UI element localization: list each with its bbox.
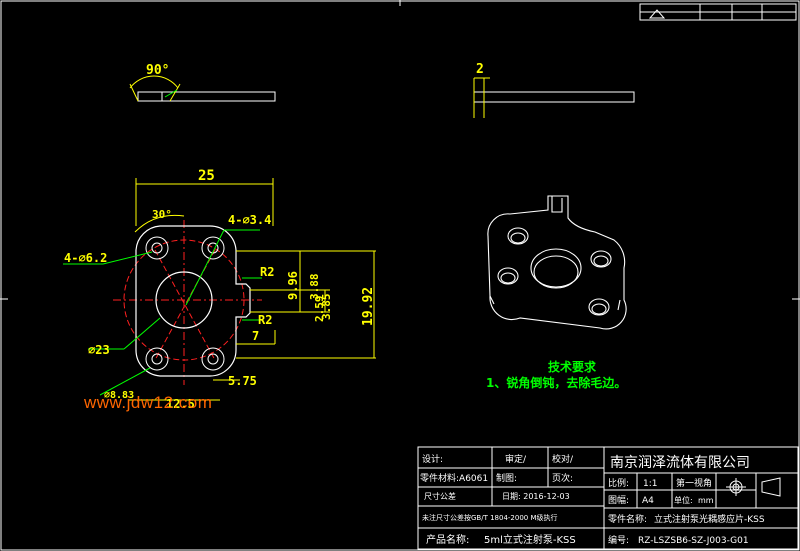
number-value: RZ-LSZSB6-SZ-J003-G01 <box>638 536 749 546</box>
part-name-label: 零件名称: <box>608 513 647 525</box>
product-label: 产品名称: <box>426 533 469 546</box>
tech-req-title: 技术要求 <box>548 359 597 374</box>
part-name: 立式注射泵光耦感应片-KSS <box>654 513 765 525</box>
dim-9-96-label: 9.96 <box>286 271 300 300</box>
side-view-bend: 90° <box>129 63 276 102</box>
scale-value: 1:1 <box>643 479 657 489</box>
isometric-view <box>487 195 627 330</box>
angle-90-label: 90° <box>146 63 169 78</box>
tech-req-item-1: 1、锐角倒钝，去除毛边。 <box>486 375 626 390</box>
title-block-text: 设计: 审定/ 校对/ 零件材料:A6061 制图: 页次: 尺寸公差 日期: … <box>420 453 765 546</box>
drafter-label: 制图: <box>496 472 517 484</box>
cad-drawing: 90° 2 25 30° 4-⌀3.4 4-⌀6.2 R2 R2 9.96 3.… <box>0 0 800 551</box>
thickness-label: 2 <box>476 62 484 77</box>
scale-label: 比例: <box>608 477 629 489</box>
reviewer-label: 审定/ <box>505 453 527 465</box>
date-label: 日期: 2016-12-03 <box>502 492 570 501</box>
angle-30-label: 30° <box>152 208 172 221</box>
r2-bottom-label: R2 <box>258 313 272 327</box>
watermark-text: www.jdw12.com <box>84 393 213 412</box>
standard-note: 未注尺寸公差按GB/T 1804-2000 M级执行 <box>422 513 558 522</box>
dim-19-92-label: 19.92 <box>361 287 376 326</box>
material-label: 零件材料:A6061 <box>420 472 488 484</box>
width-25-label: 25 <box>198 168 215 184</box>
side-view-thickness: 2 <box>473 62 635 118</box>
sheet-label: 图幅: <box>608 494 629 506</box>
unit-value: mm <box>698 496 714 505</box>
checker-label: 校对/ <box>552 453 574 465</box>
dim-7-label: 7 <box>252 329 259 343</box>
holes-6-2-label: 4-⌀6.2 <box>64 251 107 265</box>
dim-2-59-label: 2.59 <box>313 296 326 323</box>
holes-3-4-label: 4-⌀3.4 <box>228 213 271 227</box>
front-view: 25 30° 4-⌀3.4 4-⌀6.2 R2 R2 9.96 3.88 3.8… <box>63 168 376 411</box>
dia-23-label: ⌀23 <box>88 343 110 357</box>
projection-label: 第一视角 <box>676 477 712 489</box>
tolerance-label: 尺寸公差 <box>424 491 456 501</box>
sheet-value: A4 <box>642 496 654 506</box>
r2-top-label: R2 <box>260 265 274 279</box>
designer-label: 设计: <box>422 453 443 465</box>
dim-5-75-label: 5.75 <box>228 374 257 388</box>
revision-table <box>639 3 797 21</box>
pages-label: 页次: <box>552 472 573 484</box>
product-name: 5ml立式注射泵-KSS <box>484 533 576 546</box>
unit-label: 单位: <box>674 495 693 505</box>
part-outline <box>135 225 251 377</box>
company-name: 南京润泽流体有限公司 <box>610 455 750 471</box>
number-label: 编号: <box>608 534 629 546</box>
